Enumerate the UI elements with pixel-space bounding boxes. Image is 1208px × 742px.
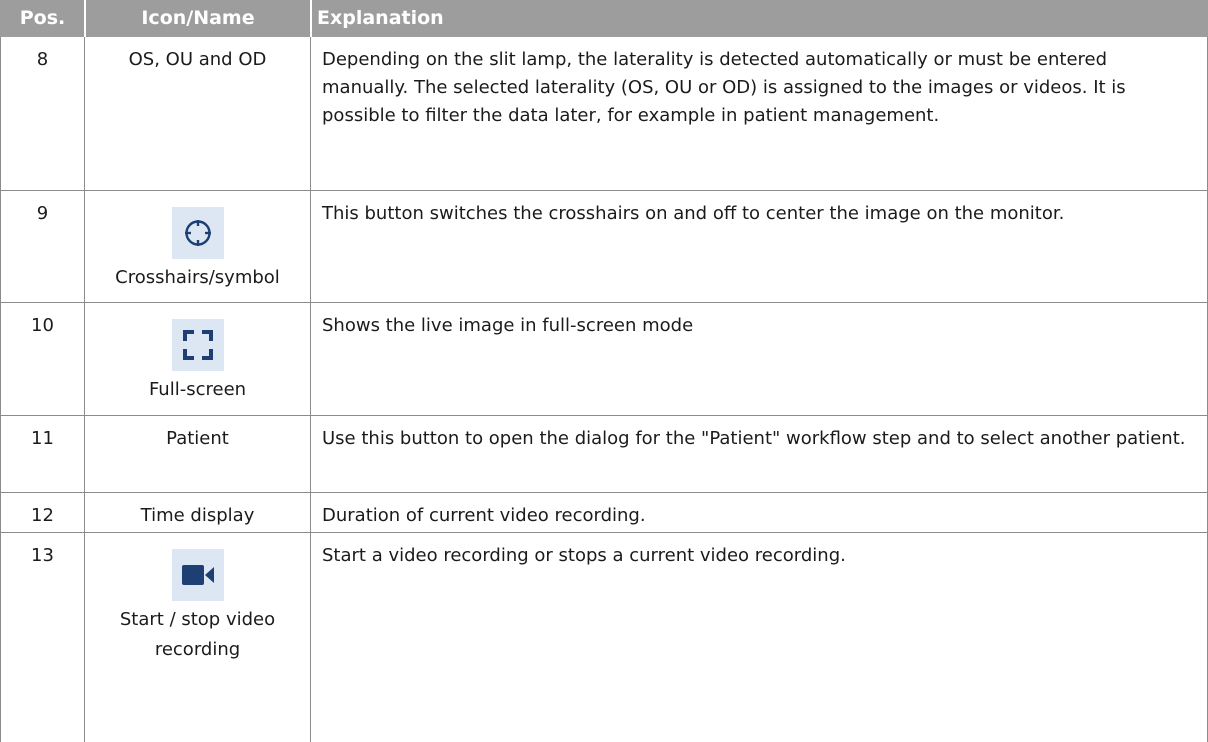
row-pos: 13	[0, 533, 84, 742]
row-name: OS, OU and OD	[84, 37, 310, 190]
row-pos: 10	[0, 303, 84, 415]
row-name: Full-screen	[148, 379, 247, 400]
table-row: 11 Patient Use this button to open the d…	[0, 416, 1208, 493]
table-row: 12 Time display Duration of current vide…	[0, 493, 1208, 533]
row-icon-name-cell: Crosshairs/symbol	[84, 191, 310, 302]
row-name: Time display	[84, 493, 310, 532]
row-pos: 11	[0, 416, 84, 492]
row-explanation: Depending on the slit lamp, the laterali…	[310, 37, 1208, 190]
row-explanation: This button switches the crosshairs on a…	[310, 191, 1208, 302]
row-name: Crosshairs/symbol	[115, 267, 280, 288]
row-explanation: Start a video recording or stops a curre…	[310, 533, 1208, 742]
table-row: 13 Start / stop video recording Start a …	[0, 533, 1208, 742]
table-header: Pos. Icon/Name Explanation	[0, 0, 1208, 37]
fullscreen-icon[interactable]	[171, 319, 224, 371]
row-explanation: Use this button to open the dialog for t…	[310, 416, 1208, 492]
table-row: 8 OS, OU and OD Depending on the slit la…	[0, 37, 1208, 191]
row-explanation: Duration of current video recording.	[310, 493, 1208, 532]
explanation-table: Pos. Icon/Name Explanation 8 OS, OU and …	[0, 0, 1208, 742]
row-pos: 12	[0, 493, 84, 532]
row-pos: 9	[0, 191, 84, 302]
row-explanation: Shows the live image in full-screen mode	[310, 303, 1208, 415]
table-row: 10 Full-screen Shows the live image in f…	[0, 303, 1208, 416]
table-row: 9 Crosshairs/symbol This button switches…	[0, 191, 1208, 303]
video-camera-icon[interactable]	[171, 549, 224, 601]
crosshairs-icon[interactable]	[171, 207, 224, 259]
row-name: Patient	[84, 416, 310, 492]
row-pos: 8	[0, 37, 84, 190]
row-name: Start / stop video recording	[119, 609, 276, 660]
header-icon-name: Icon/Name	[84, 0, 310, 37]
row-icon-name-cell: Start / stop video recording	[84, 533, 310, 742]
row-icon-name-cell: Full-screen	[84, 303, 310, 415]
header-pos: Pos.	[0, 0, 84, 37]
header-explanation: Explanation	[310, 0, 1208, 37]
